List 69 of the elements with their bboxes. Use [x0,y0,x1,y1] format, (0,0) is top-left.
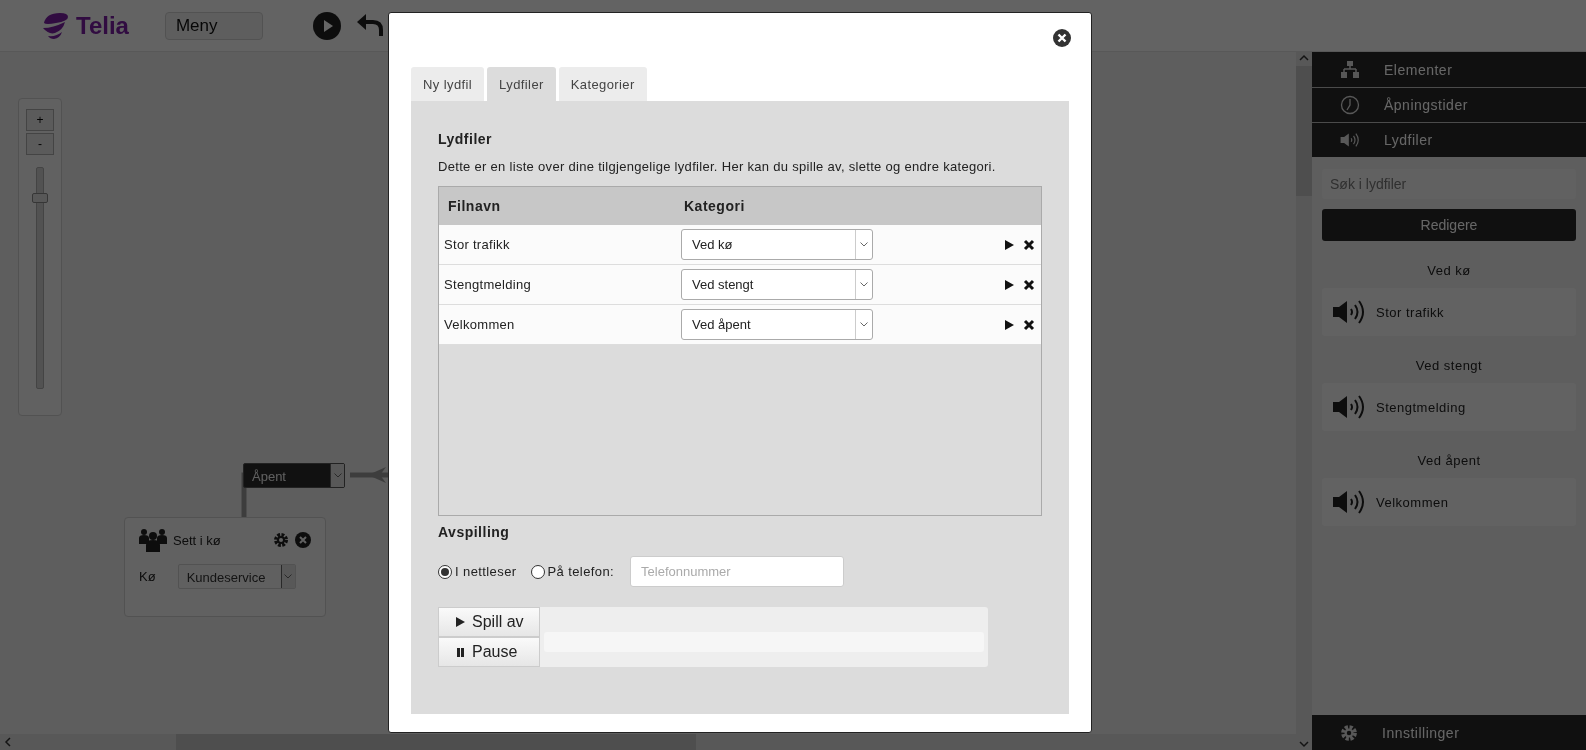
settings-bar[interactable]: Innstillinger [1312,715,1586,750]
speaker-icon [1332,489,1366,515]
play-button[interactable]: Spill av [438,607,540,637]
group-heading: Ved åpent [1416,453,1482,468]
speaker-icon [1332,299,1366,325]
chevron-up-icon[interactable] [1299,54,1309,62]
sound-file-card[interactable]: Stor trafikk [1322,288,1576,336]
logo-text: Telia [76,11,129,40]
phone-field[interactable]: Telefonnummer [630,556,845,587]
chevron-down-icon[interactable] [1299,740,1309,748]
chevron-left-icon[interactable] [4,737,12,747]
chevron-down-icon [860,282,868,287]
logo-icon [40,10,70,41]
pause-button[interactable]: Pause [438,637,540,667]
section-heading: Lydfiler [438,131,494,147]
edit-button[interactable]: Redigere [1322,209,1576,241]
column-header: Kategori [683,198,746,214]
file-name: Stengtmelding [443,277,532,292]
delete-icon[interactable] [1023,238,1035,251]
category-select[interactable]: Ved kø [681,229,873,260]
radio-option[interactable]: På telefon: [530,564,615,579]
delete-icon[interactable] [1023,318,1035,331]
settings-icon [1340,723,1358,742]
field-label: Kø [139,569,156,584]
delete-icon[interactable] [1023,278,1035,291]
horizontal-scrollbar[interactable] [0,734,1296,750]
file-name: Stor trafikk [443,237,511,252]
tab[interactable]: Ny lydfil [411,67,485,101]
menu-button[interactable]: Meny [164,11,263,40]
sound-file-card[interactable]: Stengtmelding [1322,383,1576,431]
pause-icon [455,646,466,658]
settings-icon[interactable] [273,532,289,548]
file-name: Velkommen [443,317,516,332]
queue-select[interactable]: Kundeservice [177,564,296,589]
play-icon[interactable] [1003,278,1015,291]
branch-select[interactable]: Åpent [243,463,345,488]
column-header: Filnavn [447,198,502,214]
chevron-down-icon [284,574,293,579]
play-icon [455,616,466,628]
section-heading: Avspilling [438,524,511,540]
description: Dette er en liste over dine tilgjengelige lydfiler. Her kan du spille av, slette og endre kategori. [438,159,997,174]
sidebar-section[interactable]: Lydfiler [1312,122,1586,157]
vertical-scrollbar[interactable] [1296,52,1312,750]
chevron-down-icon [860,242,868,247]
radio-option[interactable]: I nettleser [438,564,517,579]
group-heading: Ved kø [1426,263,1472,278]
sound-file-card[interactable]: Velkommen [1322,478,1576,526]
zoom-out-button[interactable]: - [26,133,54,155]
sidebar-section[interactable]: Åpningstider [1312,87,1586,122]
tab[interactable]: Kategorier [558,67,647,101]
close-icon[interactable] [1053,29,1071,47]
speaker-icon [1340,132,1360,148]
speaker-icon [1332,394,1366,420]
play-icon[interactable] [1003,238,1015,251]
sitemap-icon [1340,59,1360,80]
zoom-thumb[interactable] [32,193,48,204]
tab[interactable]: Lydfiler [487,67,556,101]
chevron-down-icon [333,473,342,478]
chevron-down-icon [860,322,868,327]
scrollbar-thumb[interactable] [1296,66,1312,196]
clock-icon [1340,95,1360,115]
zoom-in-button[interactable]: + [26,109,54,131]
category-select[interactable]: Ved stengt [681,269,873,300]
group-heading: Ved stengt [1414,358,1484,373]
people-icon [139,528,167,552]
category-select[interactable]: Ved åpent [681,309,873,340]
node-title: Sett i kø [173,532,222,548]
play-icon[interactable] [1003,318,1015,331]
sidebar-section[interactable]: Elementer [1312,52,1586,87]
